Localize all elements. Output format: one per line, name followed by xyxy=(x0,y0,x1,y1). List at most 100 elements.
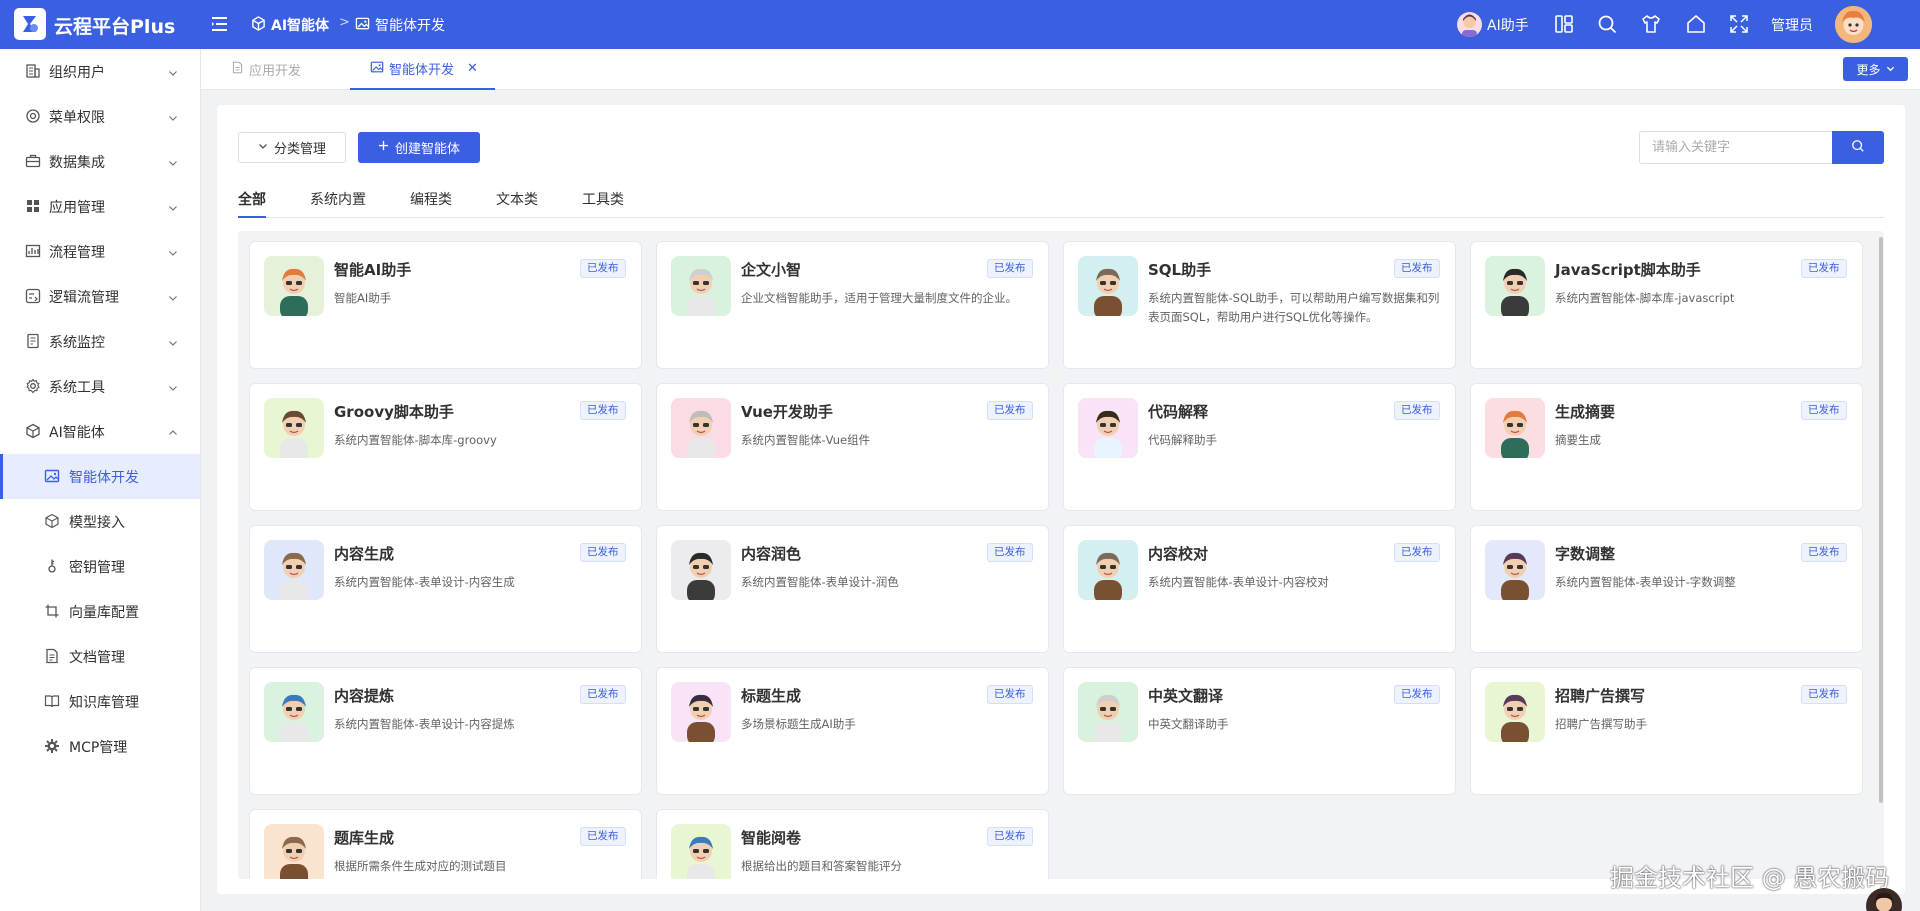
menu-toggle-icon[interactable] xyxy=(210,14,232,34)
agent-name: Groovy脚本助手 xyxy=(334,403,454,421)
agent-name: 字数调整 xyxy=(1555,545,1616,563)
tab-agent-development[interactable]: 智能体开发 ✕ xyxy=(350,49,495,90)
agent-card[interactable]: 标题生成 多场景标题生成AI助手 已发布 xyxy=(656,667,1049,795)
status-badge: 已发布 xyxy=(1801,685,1847,704)
agent-card[interactable]: 智能阅卷 根据给出的题目和答案智能评分 已发布 xyxy=(656,809,1049,879)
top-navbar: 云程平台Plus AI智能体 > 智能体开发 AI助手 管理员 xyxy=(0,0,1920,49)
agent-description: 系统内置智能体-Vue组件 xyxy=(741,433,871,447)
search-button[interactable] xyxy=(1832,131,1884,164)
agent-description: 系统内置智能体-表单设计-内容提炼 xyxy=(334,717,515,731)
category-management-button[interactable]: 分类管理 xyxy=(238,132,346,163)
agent-avatar xyxy=(264,824,324,879)
cube-icon xyxy=(251,15,266,35)
tab-label: 应用开发 xyxy=(249,64,302,79)
sidebar-item-document-management[interactable]: 文档管理 xyxy=(0,634,200,679)
ai-icon xyxy=(25,423,41,439)
more-button[interactable]: 更多 xyxy=(1843,57,1908,81)
admin-avatar[interactable] xyxy=(1835,6,1872,43)
home-icon[interactable] xyxy=(1685,13,1707,35)
sidebar-item-vector-db-config[interactable]: 向量库配置 xyxy=(0,589,200,634)
agent-description: 系统内置智能体-表单设计-字数调整 xyxy=(1555,575,1736,589)
agent-avatar xyxy=(1078,398,1138,458)
agent-name: 生成摘要 xyxy=(1555,403,1616,421)
sidebar-item-system-monitor[interactable]: 系统监控 xyxy=(0,319,200,364)
chevron-up-icon xyxy=(168,426,178,436)
agent-card[interactable]: 企文小智 企业文档智能助手，适用于管理大量制度文件的企业。 已发布 xyxy=(656,241,1049,369)
category-tab-all[interactable]: 全部 xyxy=(238,183,266,218)
status-badge: 已发布 xyxy=(580,259,626,278)
sidebar-item-app-management[interactable]: 应用管理 xyxy=(0,184,200,229)
agent-card[interactable]: 中英文翻译 中英文翻译助手 已发布 xyxy=(1063,667,1456,795)
agent-avatar xyxy=(264,398,324,458)
ai-assistant-button[interactable]: AI助手 xyxy=(1457,12,1529,37)
ai-assistant-avatar xyxy=(1457,12,1482,37)
category-tab-programming[interactable]: 编程类 xyxy=(410,183,452,218)
sidebar-item-logic-flow[interactable]: 逻辑流管理 xyxy=(0,274,200,319)
layout-icon[interactable] xyxy=(1553,13,1575,35)
sidebar-item-key-management[interactable]: 密钥管理 xyxy=(0,544,200,589)
search-icon[interactable] xyxy=(1596,13,1618,35)
tab-label: 智能体开发 xyxy=(389,63,455,78)
agent-name: Vue开发助手 xyxy=(741,403,833,421)
agent-description: 系统内置智能体-表单设计-内容生成 xyxy=(334,575,515,589)
agent-avatar xyxy=(1485,540,1545,600)
agent-card[interactable]: 智能AI助手 智能AI助手 已发布 xyxy=(249,241,642,369)
agent-card[interactable]: 字数调整 系统内置智能体-表单设计-字数调整 已发布 xyxy=(1470,525,1863,653)
agent-name: 招聘广告撰写 xyxy=(1555,687,1646,705)
agent-card[interactable]: 题库生成 根据所需条件生成对应的测试题目 已发布 xyxy=(249,809,642,879)
agent-card[interactable]: 生成摘要 摘要生成 已发布 xyxy=(1470,383,1863,511)
agent-description: 系统内置智能体-脚本库-groovy xyxy=(334,433,497,447)
sidebar-item-system-tools[interactable]: 系统工具 xyxy=(0,364,200,409)
chevron-down-icon xyxy=(258,140,268,155)
sidebar-item-org-users[interactable]: 组织用户 xyxy=(0,49,200,94)
category-tab-system[interactable]: 系统内置 xyxy=(310,183,366,218)
briefcase-icon xyxy=(25,153,41,169)
shield-icon xyxy=(25,108,41,124)
agent-avatar xyxy=(1078,682,1138,742)
chevron-down-icon xyxy=(168,156,178,166)
status-badge: 已发布 xyxy=(1801,259,1847,278)
agent-card[interactable]: Groovy脚本助手 系统内置智能体-脚本库-groovy 已发布 xyxy=(249,383,642,511)
sidebar-item-process-management[interactable]: 流程管理 xyxy=(0,229,200,274)
admin-name[interactable]: 管理员 xyxy=(1771,15,1813,35)
tab-app-development[interactable]: 应用开发 xyxy=(231,49,301,90)
agent-name: 代码解释 xyxy=(1148,403,1209,421)
agent-name: 智能阅卷 xyxy=(741,829,802,847)
image-icon xyxy=(355,16,370,35)
agent-card[interactable]: Vue开发助手 系统内置智能体-Vue组件 已发布 xyxy=(656,383,1049,511)
category-tab-text[interactable]: 文本类 xyxy=(496,183,538,218)
sidebar-item-mcp-management[interactable]: MCP管理 xyxy=(0,724,200,769)
agent-card[interactable]: 代码解释 代码解释助手 已发布 xyxy=(1063,383,1456,511)
agent-description: 企业文档智能助手，适用于管理大量制度文件的企业。 xyxy=(741,291,1017,305)
app-logo[interactable] xyxy=(14,8,46,40)
category-tab-tools[interactable]: 工具类 xyxy=(582,183,624,218)
agent-card[interactable]: 内容润色 系统内置智能体-表单设计-润色 已发布 xyxy=(656,525,1049,653)
agent-card[interactable]: JavaScript脚本助手 系统内置智能体-脚本库-javascript 已发布 xyxy=(1470,241,1863,369)
sidebar-item-ai-agent[interactable]: AI智能体 xyxy=(0,409,200,454)
shirt-icon[interactable] xyxy=(1640,13,1662,35)
sidebar-item-data-integration[interactable]: 数据集成 xyxy=(0,139,200,184)
watermark: 掘金技术社区 @ 愚农搬码 xyxy=(1610,864,1890,892)
agent-description: 系统内置智能体-表单设计-内容校对 xyxy=(1148,575,1329,589)
agent-card[interactable]: 招聘广告撰写 招聘广告撰写助手 已发布 xyxy=(1470,667,1863,795)
status-badge: 已发布 xyxy=(1394,401,1440,420)
sidebar-item-agent-development[interactable]: 智能体开发 xyxy=(0,454,200,499)
breadcrumb-ai-agent[interactable]: AI智能体 xyxy=(251,15,329,35)
create-agent-button[interactable]: 创建智能体 xyxy=(358,132,480,163)
agent-card[interactable]: 内容提炼 系统内置智能体-表单设计-内容提炼 已发布 xyxy=(249,667,642,795)
scrollbar[interactable] xyxy=(1879,237,1883,803)
agent-avatar xyxy=(671,398,731,458)
agent-name: 内容生成 xyxy=(334,545,395,563)
agent-description: 根据所需条件生成对应的测试题目 xyxy=(334,859,507,873)
agent-card[interactable]: 内容校对 系统内置智能体-表单设计-内容校对 已发布 xyxy=(1063,525,1456,653)
sidebar-item-knowledge-base[interactable]: 知识库管理 xyxy=(0,679,200,724)
agent-card[interactable]: 内容生成 系统内置智能体-表单设计-内容生成 已发布 xyxy=(249,525,642,653)
chevron-down-icon xyxy=(168,66,178,76)
sidebar-item-model-access[interactable]: 模型接入 xyxy=(0,499,200,544)
agent-card[interactable]: SQL助手 系统内置智能体-SQL助手，可以帮助用户编写数据集和列表页面SQL，帮… xyxy=(1063,241,1456,369)
status-badge: 已发布 xyxy=(1394,259,1440,278)
fullscreen-icon[interactable] xyxy=(1728,13,1750,35)
search-input[interactable] xyxy=(1639,131,1832,164)
close-icon[interactable]: ✕ xyxy=(467,61,478,76)
sidebar-item-menu-permission[interactable]: 菜单权限 xyxy=(0,94,200,139)
